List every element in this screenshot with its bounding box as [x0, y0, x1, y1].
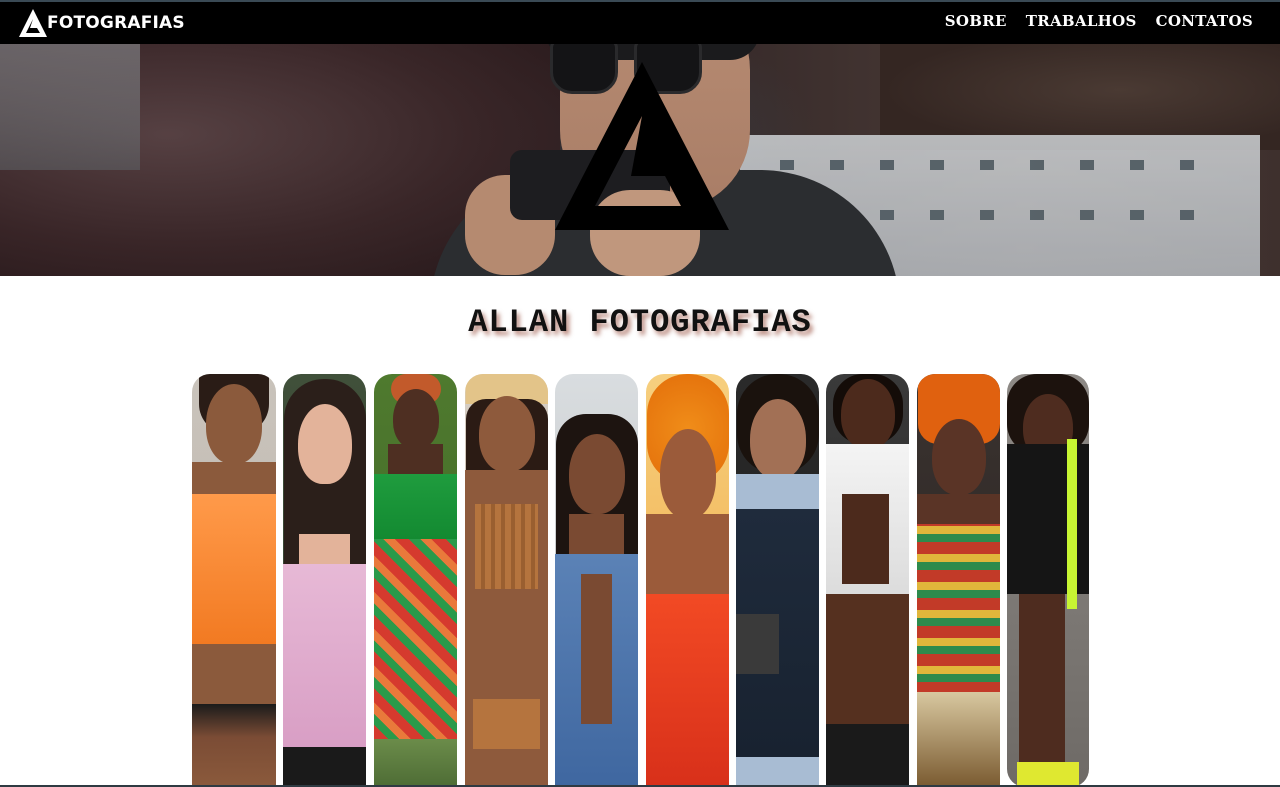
- gallery-photo[interactable]: [917, 374, 1000, 787]
- gallery-photo[interactable]: [283, 374, 366, 787]
- gallery-photo[interactable]: [826, 374, 909, 787]
- gallery-photo[interactable]: [1007, 374, 1089, 787]
- gallery-photo[interactable]: [736, 374, 819, 787]
- nav-menu: SOBRE TRABALHOS CONTATOS: [945, 12, 1253, 30]
- gallery-photo[interactable]: [465, 374, 548, 787]
- logo-a-icon: [19, 9, 47, 37]
- nav-link-contatos[interactable]: CONTATOS: [1156, 12, 1253, 30]
- gallery-photo[interactable]: [374, 374, 457, 787]
- page-title: ALLAN FOTOGRAFIAS: [468, 304, 812, 341]
- gallery-photo[interactable]: [555, 374, 638, 787]
- brand-logo[interactable]: FOTOGRAFIAS: [18, 6, 185, 40]
- photo-gallery: [192, 374, 1092, 787]
- top-navbar: FOTOGRAFIAS SOBRE TRABALHOS CONTATOS: [0, 0, 1280, 44]
- logo-triangle-icon: [555, 62, 729, 230]
- nav-link-sobre[interactable]: SOBRE: [945, 12, 1007, 30]
- hero-background-right: [880, 30, 1280, 150]
- nav-link-trabalhos[interactable]: TRABALHOS: [1026, 12, 1137, 30]
- gallery-photo[interactable]: [646, 374, 729, 787]
- gallery-photo[interactable]: [192, 374, 276, 787]
- brand-name: FOTOGRAFIAS: [47, 13, 185, 33]
- hero-building-left: [0, 40, 140, 170]
